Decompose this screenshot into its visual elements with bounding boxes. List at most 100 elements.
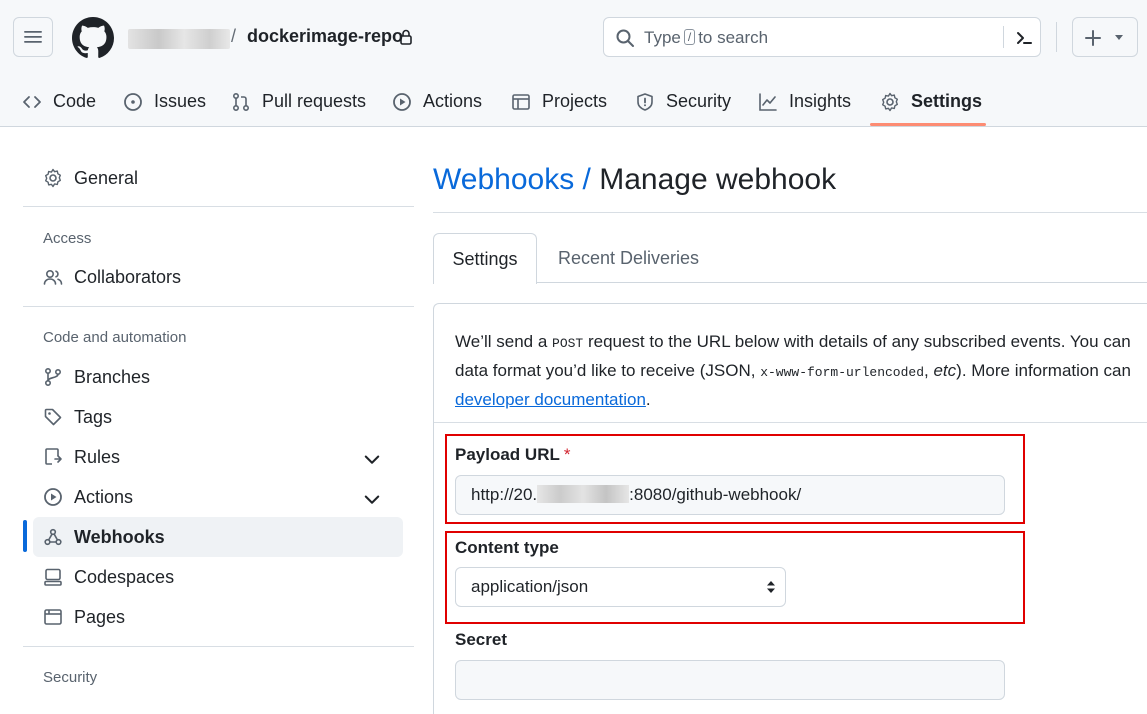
- chevron-down-icon[interactable]: [362, 449, 382, 469]
- gear-icon: [882, 92, 898, 111]
- intro-line-1: We’ll send a POST request to the URL bel…: [455, 332, 1131, 351]
- github-logo-icon[interactable]: [72, 17, 114, 59]
- lock-icon: [400, 29, 412, 45]
- settings-sidebar: General Access Collaborators Code and au…: [23, 127, 414, 714]
- sidebar-item-branches[interactable]: Branches: [33, 357, 403, 397]
- triangle-down-icon: [1115, 35, 1123, 40]
- sidebar-item-collaborators[interactable]: Collaborators: [33, 257, 403, 297]
- hamburger-icon: [24, 31, 42, 43]
- intro-text: We’ll send a POST request to the URL bel…: [455, 328, 1147, 413]
- code-icon: [23, 95, 41, 108]
- payload-url-input[interactable]: http://20.:8080/github-webhook/: [455, 475, 1005, 515]
- owner-name-redacted[interactable]: [128, 29, 230, 49]
- search-placeholder: Type / to search: [644, 28, 769, 47]
- sidebar-item-general[interactable]: General: [33, 158, 403, 198]
- sidebar-item-actions[interactable]: Actions: [33, 477, 403, 517]
- sidebar-heading-security: Security: [43, 669, 98, 686]
- app-header: / dockerimage-repo Type / to search Code I…: [0, 0, 1147, 127]
- graph-icon: [759, 92, 777, 111]
- gear-icon: [45, 168, 61, 188]
- sidebar-item-pages[interactable]: Pages: [33, 597, 403, 637]
- webhook-form-box: We’ll send a POST request to the URL bel…: [433, 303, 1147, 714]
- search-divider: [1003, 26, 1004, 48]
- people-icon: [43, 269, 63, 285]
- tab-pull-requests[interactable]: Pull requests: [231, 76, 366, 127]
- sidebar-heading-access: Access: [43, 230, 92, 247]
- developer-docs-link[interactable]: developer documentation: [455, 390, 646, 409]
- top-bar: / dockerimage-repo Type / to search: [0, 0, 1147, 76]
- tab-actions-label: Actions: [423, 91, 483, 111]
- sidebar-item-label: Pages: [74, 606, 126, 627]
- sidebar-item-label: Branches: [74, 366, 151, 387]
- tab-pull-requests-label: Pull requests: [262, 91, 367, 111]
- webhook-icon: [44, 528, 62, 546]
- sidebar-item-tags[interactable]: Tags: [33, 397, 403, 437]
- secret-input[interactable]: [455, 660, 1005, 700]
- ip-redacted: [537, 485, 630, 503]
- create-new-button[interactable]: [1072, 17, 1138, 57]
- tab-security-label: Security: [666, 91, 732, 111]
- selected-tab-indicator: [870, 123, 986, 126]
- sidebar-item-label: General: [74, 167, 139, 188]
- sidebar-item-label: Collaborators: [74, 266, 182, 287]
- sidebar-item-rules[interactable]: Rules: [33, 437, 403, 477]
- secret-label: Secret: [455, 630, 507, 649]
- tab-settings[interactable]: Settings: [880, 76, 982, 127]
- sidebar-item-label: Actions: [74, 486, 134, 507]
- title-divider: [433, 212, 1147, 213]
- content-type-select[interactable]: application/json: [455, 567, 786, 607]
- tab-security[interactable]: Security: [635, 76, 731, 127]
- tab-insights[interactable]: Insights: [758, 76, 851, 127]
- tab-projects[interactable]: Projects: [511, 76, 607, 127]
- shield-icon: [637, 92, 653, 111]
- play-icon: [393, 92, 411, 111]
- tab-code[interactable]: Code: [22, 76, 96, 127]
- git-branch-icon: [44, 367, 62, 387]
- tab-issues[interactable]: Issues: [123, 76, 206, 127]
- play-icon: [44, 488, 62, 506]
- form-divider: [434, 422, 1147, 423]
- payload-url-label: Payload URL *: [455, 445, 571, 464]
- intro-line-2: data format you’d like to receive (JSON,…: [455, 361, 1131, 380]
- select-arrows-icon: [767, 581, 775, 593]
- tab-webhook-settings[interactable]: Settings: [433, 233, 537, 284]
- table-icon: [512, 93, 530, 110]
- git-pull-request-icon: [232, 92, 250, 111]
- sidebar-item-webhooks[interactable]: Webhooks: [33, 517, 403, 557]
- main-content: Webhooks / Manage webhook Settings Recen…: [433, 127, 1147, 714]
- plus-icon: [1085, 30, 1101, 46]
- tag-icon: [44, 408, 62, 426]
- content-type-label: Content type: [455, 538, 559, 557]
- path-separator: /: [231, 26, 237, 46]
- issue-opened-icon: [124, 92, 142, 111]
- repo-name-link[interactable]: dockerimage-repo: [247, 26, 403, 47]
- menu-button[interactable]: [13, 17, 53, 57]
- codespaces-icon: [44, 568, 62, 586]
- sidebar-divider: [23, 646, 414, 647]
- breadcrumb-separator: /: [582, 163, 591, 196]
- repo-nav: Code Issues Pull requests Actions Projec…: [0, 76, 1147, 127]
- command-palette-icon[interactable]: [1014, 28, 1034, 48]
- sidebar-item-codespaces[interactable]: Codespaces: [33, 557, 403, 597]
- tab-code-label: Code: [53, 91, 97, 111]
- page-title-text: Manage webhook: [599, 163, 837, 196]
- tab-recent-deliveries[interactable]: Recent Deliveries: [558, 233, 699, 284]
- sidebar-item-label: Rules: [74, 446, 121, 467]
- intro-line-3: developer documentation.: [455, 390, 651, 409]
- subtab-divider: [433, 282, 1147, 283]
- page-title: Webhooks / Manage webhook: [433, 163, 836, 197]
- chevron-down-icon[interactable]: [362, 489, 382, 509]
- sidebar-item-label: Tags: [74, 406, 113, 427]
- search-input[interactable]: Type / to search: [603, 17, 1041, 57]
- sidebar-divider: [23, 306, 414, 307]
- repo-push-icon: [45, 448, 62, 465]
- search-icon: [616, 29, 634, 47]
- header-divider: [1056, 22, 1057, 52]
- breadcrumb-webhooks-link[interactable]: Webhooks: [433, 163, 574, 196]
- active-item-indicator: [23, 520, 27, 552]
- required-marker: *: [563, 445, 571, 464]
- slash-key-hint: /: [683, 29, 696, 45]
- tab-actions[interactable]: Actions: [392, 76, 482, 127]
- tab-issues-label: Issues: [154, 91, 207, 111]
- tab-insights-label: Insights: [789, 91, 852, 111]
